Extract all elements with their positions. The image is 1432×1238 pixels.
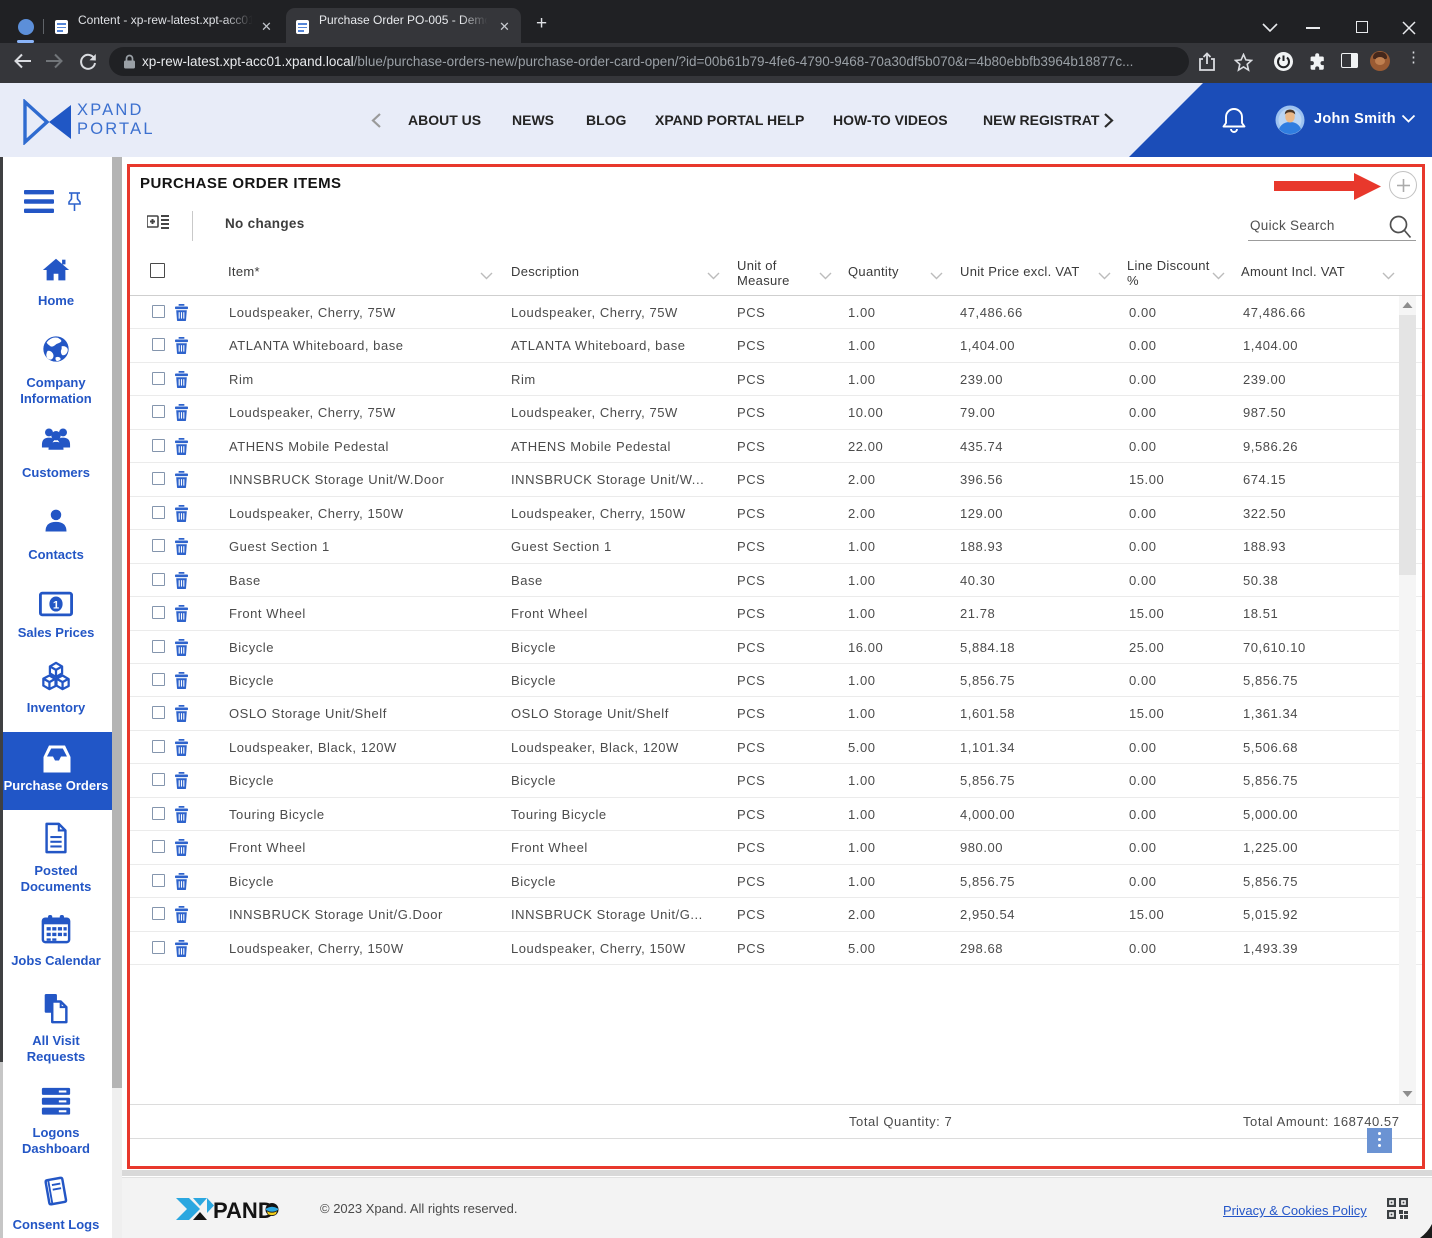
svg-text:PAND: PAND	[213, 1198, 274, 1222]
svg-text:1: 1	[53, 600, 59, 612]
